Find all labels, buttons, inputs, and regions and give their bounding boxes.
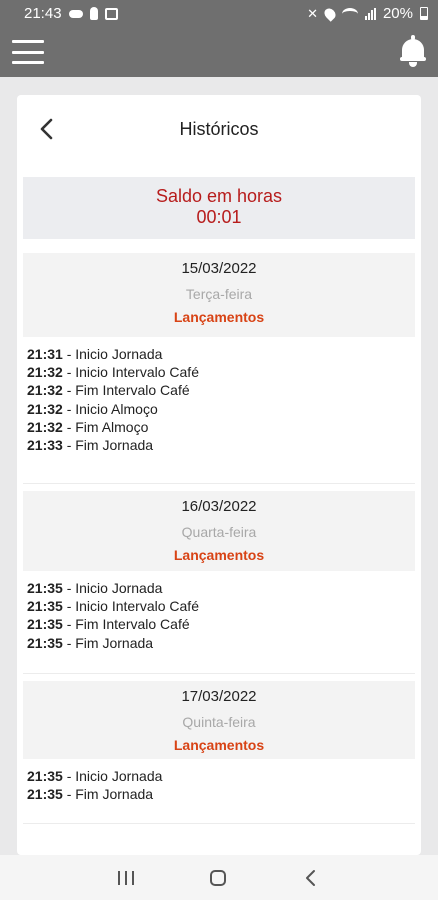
page-title: Históricos [179, 119, 259, 139]
entry-time: 21:35 [27, 616, 63, 633]
mute-icon: ✕ [307, 5, 318, 21]
divider [23, 823, 415, 824]
entry-description: - Inicio Jornada [62, 346, 163, 362]
entry-list: 21:35 - Inicio Jornada 21:35 - Inicio In… [17, 571, 421, 673]
home-icon[interactable] [210, 869, 226, 886]
cloud-icon [68, 9, 83, 18]
list-item: 21:35 - Fim Intervalo Café [27, 615, 411, 633]
list-item: 21:32 - Inicio Almoço [27, 400, 411, 418]
card-header: Históricos [17, 95, 421, 169]
list-item: 21:31 - Inicio Jornada [27, 345, 411, 363]
back-icon[interactable] [302, 869, 320, 887]
hamburger-menu-icon[interactable] [12, 40, 44, 64]
day-group: 17/03/2022 Quinta-feira Lançamentos 21:3… [17, 681, 421, 824]
system-nav-bar [0, 855, 438, 900]
entry-time: 21:35 [27, 580, 63, 596]
battery-percent: 20% [382, 5, 413, 22]
entry-time: 21:35 [27, 786, 63, 803]
entry-time: 21:35 [27, 598, 63, 615]
list-item: 21:32 - Fim Almoço [27, 418, 411, 436]
entry-description: - Fim Intervalo Café [62, 382, 190, 399]
historico-card: Históricos Saldo em horas 00:01 15/03/20… [17, 95, 421, 855]
entry-time: 21:32 [27, 418, 63, 435]
status-right: ✕ 20% [307, 5, 428, 22]
entry-time: 21:32 [27, 364, 63, 381]
signal-icon [364, 7, 376, 20]
status-time: 21:43 [24, 5, 62, 22]
entry-description: - Inicio Intervalo Café [62, 364, 199, 381]
list-item: 21:33 - Fim Jornada [27, 436, 411, 454]
day-weekday: Terça-feira [185, 286, 253, 302]
entry-time: 21:35 [27, 768, 63, 784]
list-item: 21:35 - Fim Jornada [27, 634, 411, 652]
entry-description: - Inicio Jornada [62, 768, 163, 784]
entry-description: - Inicio Intervalo Café [62, 598, 199, 615]
recents-icon[interactable] [118, 870, 134, 885]
entry-description: - Fim Almoço [62, 418, 149, 435]
list-item: 21:35 - Inicio Jornada [27, 579, 411, 597]
list-item: 21:35 - Inicio Intervalo Café [27, 597, 411, 615]
battery-icon [420, 7, 428, 20]
day-group: 15/03/2022 Terça-feira Lançamentos 21:31… [17, 253, 421, 484]
day-header: 15/03/2022 Terça-feira Lançamentos [23, 253, 415, 337]
entry-list: 21:31 - Inicio Jornada 21:32 - Inicio In… [17, 337, 421, 483]
status-left: 21:43 [24, 5, 118, 22]
image-icon [104, 7, 118, 20]
entry-description: - Fim Jornada [62, 634, 154, 651]
day-weekday: Quinta-feira [182, 714, 256, 730]
entry-list: 21:35 - Inicio Jornada 21:35 - Fim Jorna… [17, 759, 421, 823]
lancamentos-label: Lançamentos [173, 309, 265, 325]
location-icon [322, 5, 338, 22]
entry-time: 21:31 [27, 346, 63, 362]
day-date: 15/03/2022 [181, 260, 257, 277]
entry-time: 21:33 [27, 437, 63, 454]
saldo-box: Saldo em horas 00:01 [23, 177, 415, 239]
day-date: 16/03/2022 [181, 498, 257, 515]
status-bar: 21:43 ✕ 20% [0, 0, 438, 27]
day-group: 16/03/2022 Quarta-feira Lançamentos 21:3… [17, 491, 421, 674]
entry-description: - Inicio Jornada [62, 580, 163, 596]
list-item: 21:35 - Inicio Jornada [27, 767, 411, 785]
divider [23, 673, 415, 674]
day-date: 17/03/2022 [181, 688, 257, 705]
person-icon [89, 7, 98, 20]
day-weekday: Quarta-feira [181, 524, 257, 540]
wifi-icon [341, 7, 358, 20]
list-item: 21:32 - Fim Intervalo Café [27, 381, 411, 399]
divider [23, 483, 415, 484]
list-item: 21:35 - Fim Jornada [27, 785, 411, 803]
entry-description: - Fim Jornada [62, 437, 154, 454]
day-header: 17/03/2022 Quinta-feira Lançamentos [23, 681, 415, 759]
entry-time: 21:32 [27, 382, 63, 399]
lancamentos-label: Lançamentos [173, 737, 265, 753]
list-item: 21:32 - Inicio Intervalo Café [27, 363, 411, 381]
entry-description: - Fim Intervalo Café [62, 616, 190, 633]
saldo-value: 00:01 [196, 207, 242, 227]
saldo-label: Saldo em horas [155, 186, 283, 206]
entry-description: - Fim Jornada [62, 786, 154, 803]
bell-icon[interactable] [400, 35, 426, 69]
day-header: 16/03/2022 Quarta-feira Lançamentos [23, 491, 415, 571]
entry-time: 21:35 [27, 634, 63, 651]
app-bar [0, 27, 438, 77]
entry-time: 21:32 [27, 400, 63, 417]
entry-description: - Inicio Almoço [62, 400, 158, 417]
lancamentos-label: Lançamentos [173, 547, 265, 563]
